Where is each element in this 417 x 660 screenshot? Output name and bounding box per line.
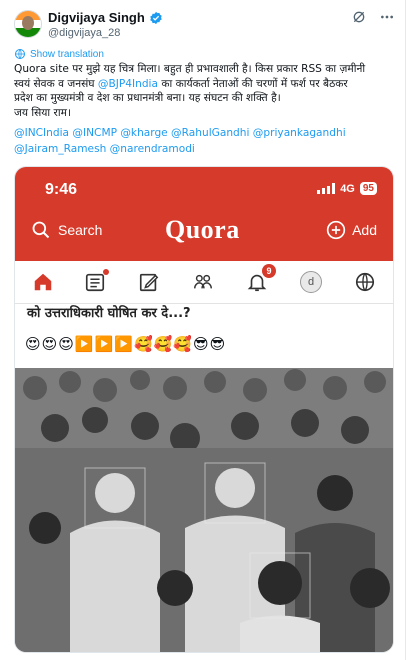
add-label: Add — [352, 222, 377, 238]
author-avatar[interactable] — [14, 10, 42, 38]
tweet-line-3: प्रदेश का मुख्यमंत्री व देश का प्रधानमंत… — [14, 92, 281, 104]
grok-icon[interactable] — [351, 9, 367, 25]
tweet-line-1: Quora site पर मुझे यह चित्र मिला। बहुत ह… — [14, 63, 366, 75]
mentions-line-2[interactable]: @Jairam_Ramesh @narendramodi — [14, 141, 404, 157]
tweet-line-2: स्वयं सेवक व जनसंघ @BJP4India का कार्यकर… — [14, 77, 348, 90]
author-name-row[interactable]: Digvijaya Singh — [48, 10, 163, 25]
show-translation-label[interactable]: Show translation — [30, 49, 104, 60]
mentions-line-1[interactable]: @INCIndia @INCMP @kharge @RahulGandhi @p… — [14, 125, 404, 141]
question-title: को उत्तराधिकारी घोषित कर दे...? — [27, 306, 191, 321]
search-icon — [32, 221, 50, 239]
tweet-line-4: जय सिया राम। — [14, 106, 71, 119]
tweet-mentions[interactable]: @INCIndia @INCMP @kharge @RahulGandhi @p… — [14, 125, 404, 157]
author-name[interactable]: Digvijaya Singh — [48, 10, 145, 25]
show-translation-link[interactable]: Show translation — [14, 48, 104, 60]
nav-following-dot — [103, 269, 109, 275]
tweet-card: Digvijaya Singh @digvijaya_28 Show trans… — [0, 0, 406, 660]
spaces-icon — [194, 274, 212, 289]
globe-icon — [355, 272, 375, 292]
nav-spaces — [187, 266, 219, 298]
search-label: Search — [58, 222, 103, 238]
battery-level: 95 — [359, 182, 377, 195]
nav-notifications: 9 — [241, 264, 276, 298]
quora-add: Add — [326, 220, 377, 240]
attached-screenshot[interactable]: 9:46 4G 95 Search Quora Add 9 d को उत्तर… — [14, 166, 394, 653]
home-icon — [34, 273, 52, 291]
phone-status: 4G 95 — [317, 182, 377, 195]
network-type: 4G — [340, 182, 355, 195]
mention-bjp4india[interactable]: @BJP4India — [98, 78, 158, 90]
nav-home — [27, 266, 59, 298]
translate-icon — [15, 49, 25, 59]
author-handle[interactable]: @digvijaya_28 — [48, 27, 120, 39]
profile-avatar: d — [300, 271, 322, 293]
add-icon — [326, 220, 346, 240]
quora-logo: Quora — [165, 215, 240, 244]
verified-icon — [150, 11, 162, 24]
notification-badge: 9 — [262, 264, 276, 278]
quora-header: 9:46 4G 95 Search Quora Add — [15, 167, 393, 261]
quora-search: Search — [31, 220, 102, 240]
crowd-photo — [15, 368, 393, 652]
nav-answer — [133, 266, 165, 298]
nav-following — [79, 266, 111, 298]
nav-profile: d — [295, 266, 327, 298]
nav-languages — [349, 266, 381, 298]
tweet-text: Quora site पर मुझे यह चित्र मिला। बहुत ह… — [14, 62, 399, 120]
answer-list-icon — [85, 273, 105, 292]
signal-icon — [317, 183, 336, 194]
quora-nav-bar: 9 d — [15, 261, 393, 304]
more-icon[interactable] — [379, 9, 395, 25]
phone-time: 9:46 — [45, 181, 78, 198]
emoji-row: 😍😍😍▶️▶️▶️🥰🥰🥰😎😎 — [25, 335, 227, 353]
edit-icon — [139, 273, 159, 292]
